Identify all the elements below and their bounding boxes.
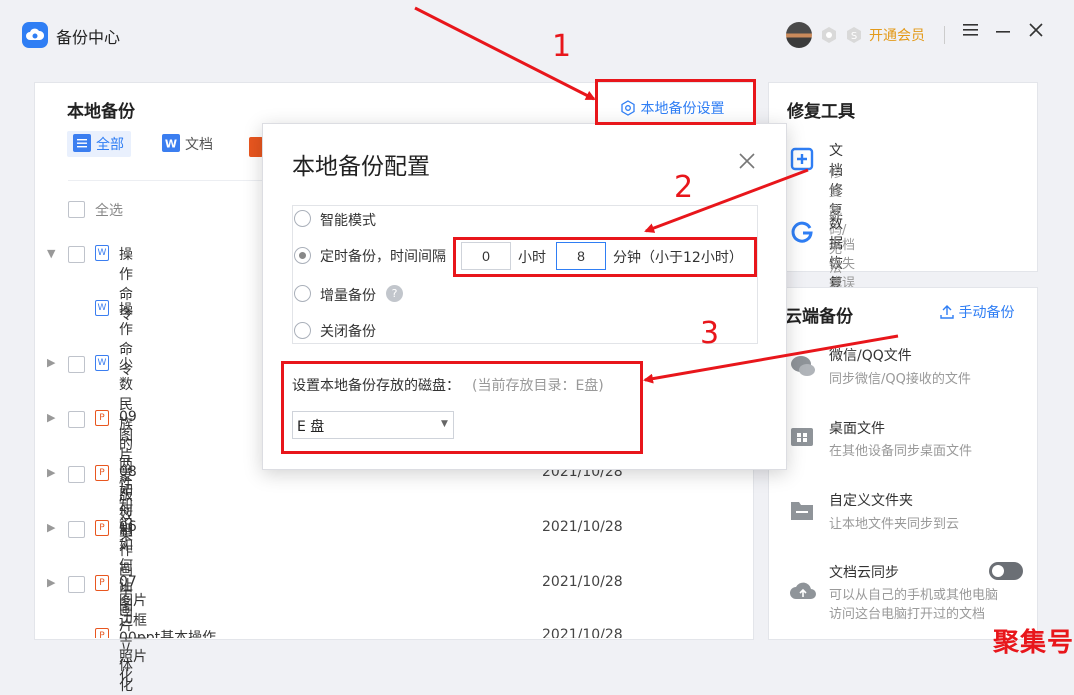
arrow-1	[414, 6, 596, 101]
arrow-2	[644, 168, 809, 233]
annotation-arrows	[414, 6, 899, 384]
arrow-3	[643, 334, 899, 384]
watermark: 聚集号	[993, 628, 1074, 658]
